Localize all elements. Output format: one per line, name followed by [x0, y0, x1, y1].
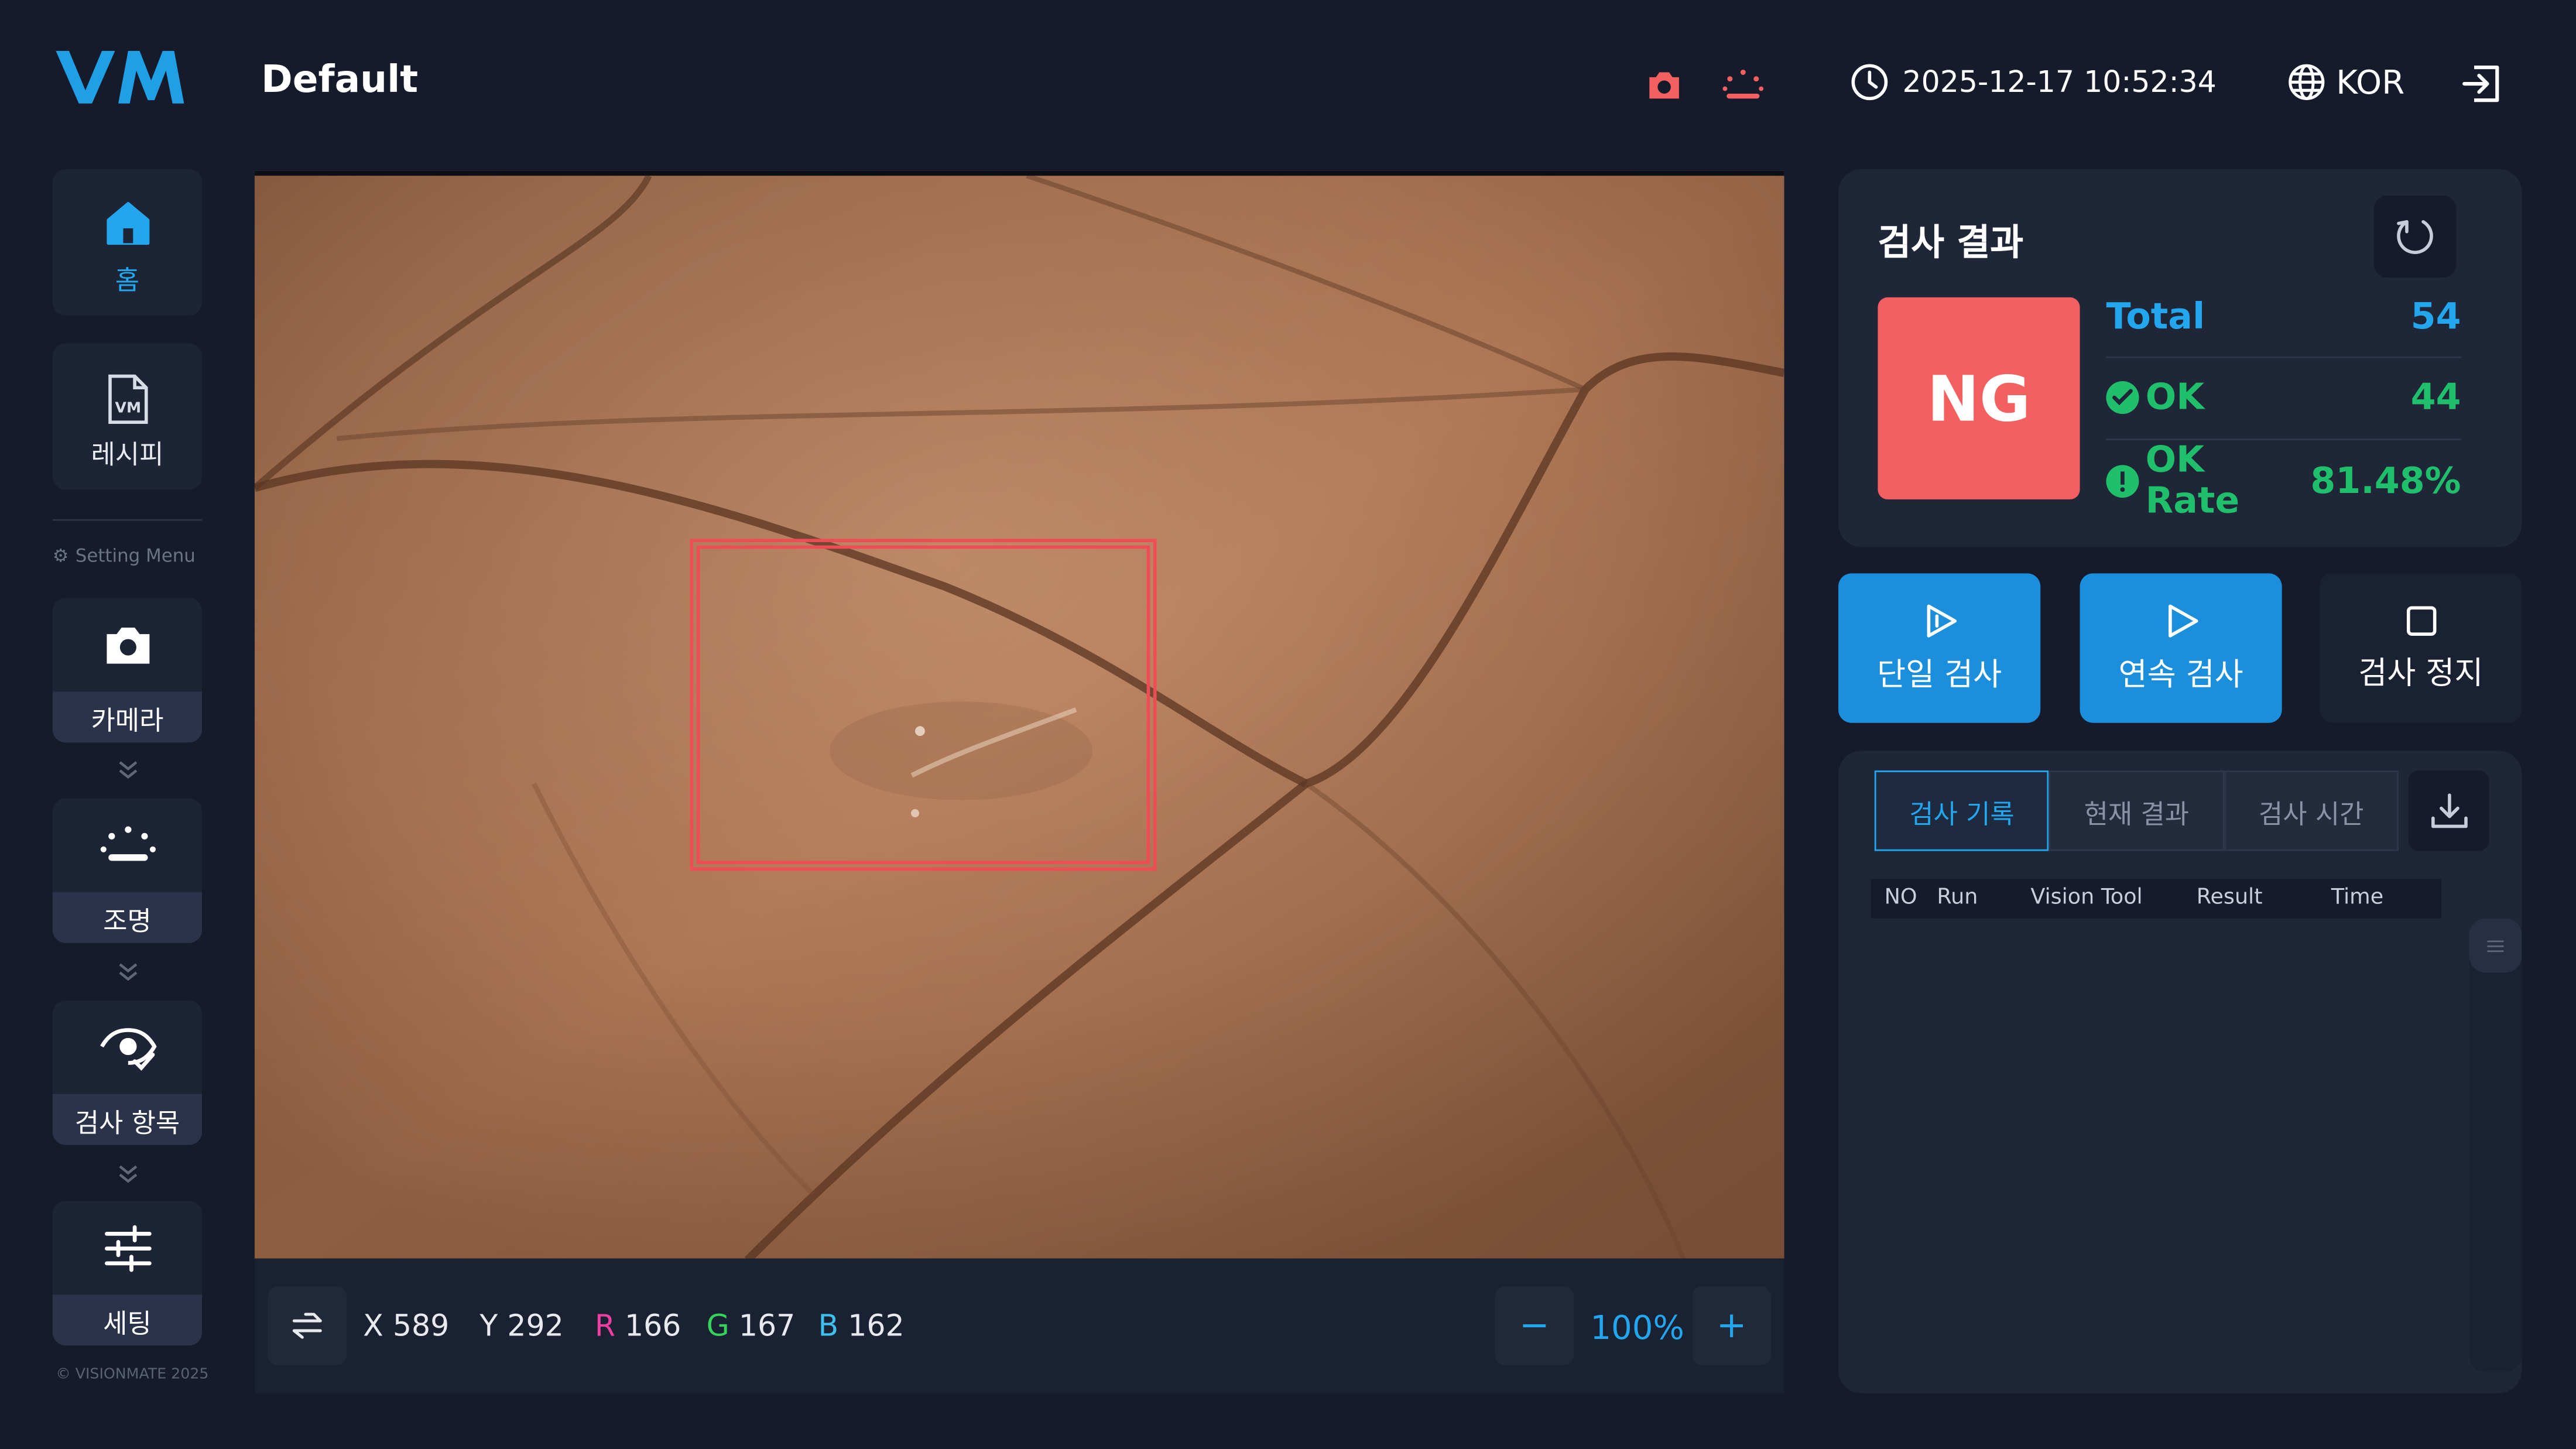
clock-icon — [1851, 64, 1888, 101]
stop-inspect-button[interactable]: 검사 정지 — [2320, 573, 2522, 723]
continuous-inspect-button[interactable]: 연속 검사 — [2080, 573, 2282, 723]
clock-display: 2025-12-17 10:52:34 — [1850, 63, 2217, 102]
datetime-text: 2025-12-17 10:52:34 — [1902, 64, 2217, 100]
camera-status-icon[interactable] — [1641, 63, 1687, 109]
records-scrollbar[interactable] — [2469, 918, 2522, 1372]
ok-rate-stat: OK Rate 81.48% — [2106, 440, 2461, 522]
globe-icon — [2289, 64, 2325, 100]
setting-menu-heading: ⚙ Setting Menu — [52, 545, 196, 567]
svg-text:VM: VM — [114, 399, 141, 416]
records-table-header: NO Run Vision Tool Result Time — [1871, 879, 2441, 919]
green-value: G 167 — [706, 1309, 796, 1344]
records-tabs: 검사 기록 현재 결과 검사 시간 — [1874, 770, 2399, 851]
sidebar-item-camera[interactable]: 카메라 — [52, 598, 203, 743]
download-button[interactable] — [2408, 770, 2489, 851]
defect-roi-inner — [696, 545, 1150, 865]
logout-icon — [2462, 65, 2499, 102]
refresh-button[interactable] — [2373, 195, 2457, 278]
tab-inspection-history[interactable]: 검사 기록 — [1874, 770, 2050, 851]
column-header: Run — [1937, 885, 1978, 910]
chevron-down-icon — [119, 761, 138, 779]
result-title: 검사 결과 — [1878, 223, 2024, 265]
sidebar-item-label: 세팅 — [52, 1294, 203, 1346]
language-label: KOR — [2336, 62, 2405, 102]
light-status-icon[interactable] — [1720, 63, 1766, 109]
grip-icon — [2487, 940, 2504, 951]
play-once-icon — [1926, 604, 1956, 638]
home-icon — [105, 202, 149, 245]
sidebar-item-home[interactable]: 홈 — [52, 169, 203, 316]
blue-value: B 162 — [818, 1309, 905, 1344]
ok-stat: OK 44 — [2106, 365, 2461, 430]
refresh-icon — [2397, 220, 2433, 254]
eye-check-icon — [99, 1027, 156, 1070]
language-selector[interactable]: KOR — [2287, 63, 2404, 102]
stat-divider — [2106, 356, 2461, 358]
sidebar-item-label: 검사 항목 — [52, 1094, 203, 1145]
y-coordinate: Y 292 — [479, 1309, 564, 1344]
swap-arrows-icon — [292, 1313, 322, 1339]
column-header: Time — [2331, 885, 2384, 910]
sidebar-item-setting[interactable]: 세팅 — [52, 1201, 203, 1346]
camera-icon — [105, 626, 149, 663]
column-header: Result — [2196, 885, 2263, 910]
chevron-down-icon — [119, 1165, 138, 1183]
single-inspect-button[interactable]: 단일 검사 — [1838, 573, 2041, 723]
zoom-level: 100% — [1590, 1307, 1684, 1348]
swap-button[interactable] — [268, 1286, 347, 1365]
tab-current-result[interactable]: 현재 결과 — [2049, 770, 2224, 851]
red-value: R 166 — [594, 1309, 681, 1344]
scrollbar-thumb[interactable] — [2469, 918, 2522, 973]
sliders-icon — [104, 1224, 151, 1272]
exclamation-circle-icon — [2106, 465, 2139, 498]
stop-icon — [2406, 606, 2436, 636]
recipe-file-icon: VM — [107, 374, 148, 424]
column-header: NO — [1884, 885, 1917, 910]
sidebar-item-label: 카메라 — [52, 691, 203, 743]
x-coordinate: X 589 — [363, 1309, 450, 1344]
sidebar-divider — [52, 519, 203, 521]
recipe-title: Default — [261, 59, 419, 102]
gear-icon: ⚙ — [52, 545, 69, 567]
download-icon — [2430, 792, 2467, 827]
logout-button[interactable] — [2458, 61, 2504, 114]
sidebar-item-label: 조명 — [52, 892, 203, 943]
check-circle-icon — [2106, 381, 2139, 415]
sidebar-item-recipe[interactable]: VM 레시피 — [52, 343, 203, 490]
visionmate-logo — [56, 50, 184, 104]
zoom-out-button[interactable]: − — [1495, 1286, 1574, 1365]
chevron-down-icon — [119, 963, 138, 981]
sidebar-item-label: 레시피 — [91, 439, 164, 470]
result-status-badge: NG — [1878, 297, 2080, 500]
copyright-text: © VISIONMATE 2025 — [56, 1366, 209, 1383]
sidebar-item-inspection[interactable]: 검사 항목 — [52, 1000, 203, 1145]
column-header: Vision Tool — [2030, 885, 2143, 910]
sidebar-item-label: 홈 — [115, 264, 140, 296]
zoom-in-button[interactable]: + — [1692, 1286, 1771, 1365]
play-icon — [2167, 604, 2198, 638]
light-icon — [100, 825, 155, 861]
total-stat: Total 54 — [2106, 296, 2461, 338]
sidebar-item-light[interactable]: 조명 — [52, 798, 203, 943]
tab-inspection-time[interactable]: 검사 시간 — [2224, 770, 2399, 851]
